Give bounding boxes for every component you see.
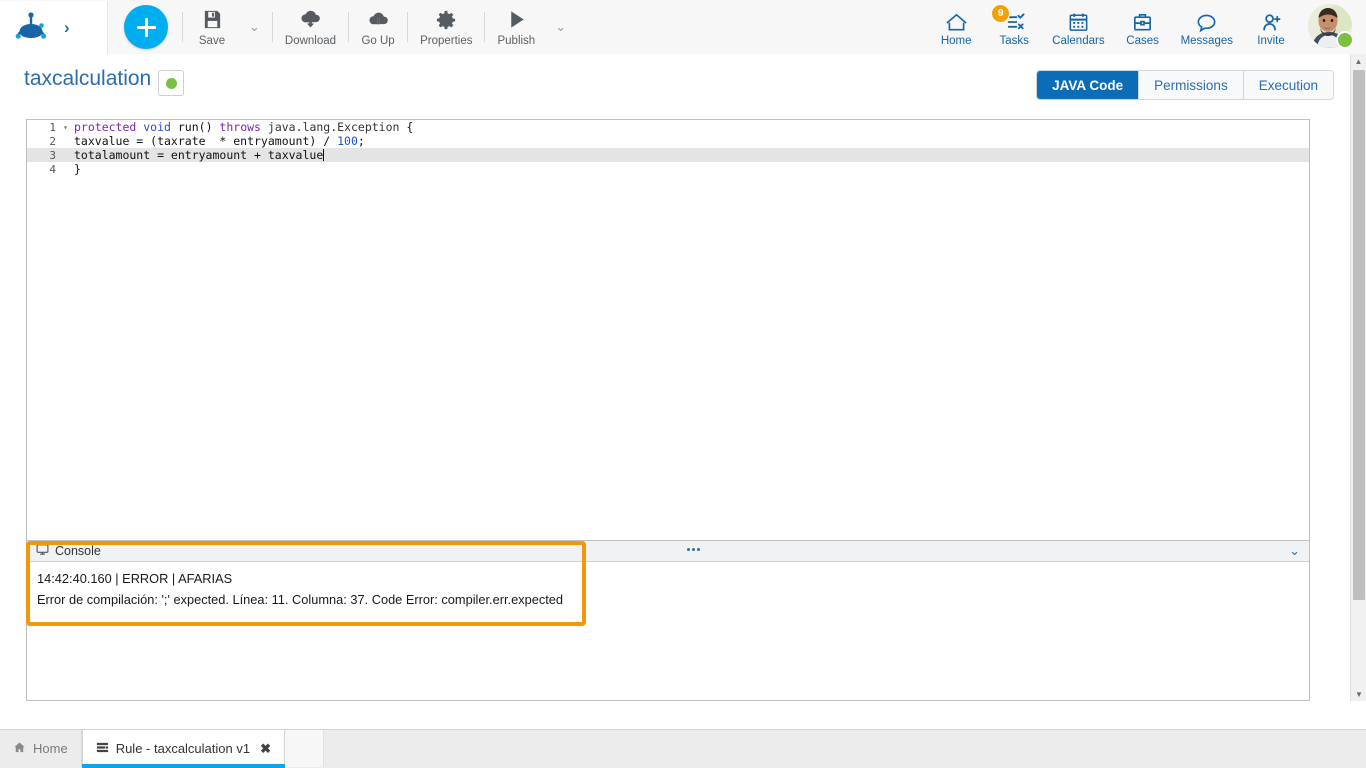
chevron-right-icon[interactable]: ›	[64, 19, 70, 36]
avatar-status-dot	[1336, 31, 1354, 49]
nav-cases-label: Cases	[1126, 35, 1159, 47]
code-line[interactable]: 1▾protected void run() throws java.lang.…	[27, 120, 1309, 134]
nav-invite[interactable]: Invite	[1242, 1, 1300, 54]
cloud-upload-icon	[367, 8, 390, 32]
properties-label: Properties	[420, 35, 472, 47]
publish-label: Publish	[497, 35, 535, 47]
tab-permissions[interactable]: Permissions	[1139, 71, 1244, 99]
taskbar-tab-home-label: Home	[33, 741, 68, 756]
console-panel: Console ⌄ 14:42:40.160 | ERROR | AFARIAS…	[26, 541, 1310, 701]
scroll-up-arrow-icon[interactable]: ▲	[1351, 54, 1366, 68]
page-header: taxcalculation JAVA Code Permissions Exe…	[0, 54, 1350, 108]
download-label: Download	[285, 35, 336, 47]
gear-icon	[436, 8, 456, 32]
nav-calendars-label: Calendars	[1052, 35, 1104, 47]
code-fold-icon[interactable]: ▾	[61, 123, 70, 132]
go-up-button[interactable]: Go Up	[351, 1, 405, 53]
chevron-down-icon[interactable]: ⌄	[1289, 544, 1300, 558]
tab-java-code[interactable]: JAVA Code	[1037, 71, 1139, 99]
taskbar-tab-rule-label: Rule - taxcalculation v1	[116, 741, 250, 756]
nav-home-label: Home	[941, 35, 972, 47]
save-button[interactable]: Save	[185, 1, 239, 53]
toolbar-divider	[484, 12, 485, 42]
save-dropdown-caret-icon[interactable]: ⌄	[239, 1, 270, 53]
calendar-icon	[1067, 8, 1090, 33]
scrollbar-thumb[interactable]	[1353, 70, 1365, 600]
add-new-button[interactable]	[124, 5, 168, 49]
bizagi-frog-logo-icon[interactable]	[14, 10, 48, 44]
nav-home[interactable]: Home	[927, 1, 985, 54]
nav-messages[interactable]: Messages	[1172, 1, 1242, 54]
view-tab-group: JAVA Code Permissions Execution	[1036, 70, 1334, 100]
avatar[interactable]	[1308, 4, 1354, 50]
scroll-down-arrow-icon[interactable]: ▼	[1351, 687, 1366, 701]
logo-zone: ›	[0, 1, 108, 54]
code-line[interactable]: 4}	[27, 162, 1309, 176]
taskbar-tab-home[interactable]: Home	[0, 730, 81, 767]
console-title-group: Console	[27, 543, 101, 559]
line-number: 4	[27, 163, 61, 176]
play-triangle-icon	[506, 8, 527, 32]
bottom-taskbar: Home Rule - taxcalculation v1 ✖	[0, 729, 1366, 768]
download-button[interactable]: Download	[275, 1, 346, 53]
line-number: 2	[27, 135, 61, 148]
user-plus-icon	[1260, 8, 1283, 33]
console-monitor-icon	[36, 543, 49, 559]
toolbar-divider	[182, 12, 183, 42]
nav-tasks[interactable]: 9 Tasks	[985, 1, 1043, 54]
java-code-editor[interactable]: 1▾protected void run() throws java.lang.…	[26, 119, 1310, 541]
console-line: Error de compilación: ';' expected. Líne…	[37, 589, 1309, 610]
taskbar-empty-slot	[285, 730, 324, 767]
console-header[interactable]: Console ⌄	[27, 541, 1309, 562]
console-title: Console	[55, 544, 101, 558]
speech-bubble-icon	[1195, 8, 1218, 33]
tasks-badge: 9	[991, 4, 1010, 23]
top-nav-group: Home 9 Tasks	[927, 1, 1366, 54]
save-label: Save	[199, 35, 225, 47]
console-line: 14:42:40.160 | ERROR | AFARIAS	[37, 568, 1309, 589]
page-title: taxcalculation	[24, 67, 151, 91]
cloud-download-icon	[299, 8, 322, 32]
nav-invite-label: Invite	[1257, 35, 1285, 47]
status-badge[interactable]	[158, 70, 184, 96]
home-icon	[944, 8, 969, 33]
tab-execution[interactable]: Execution	[1244, 71, 1333, 99]
page-scrollbar[interactable]: ▲ ▼	[1350, 54, 1366, 701]
code-text: protected void run() throws java.lang.Ex…	[70, 120, 413, 134]
application-window: › Save ⌄	[0, 0, 1366, 768]
code-text: taxvalue = (taxrate * entryamount) / 100…	[70, 134, 365, 148]
line-number: 3	[27, 149, 61, 162]
code-line[interactable]: 2 taxvalue = (taxrate * entryamount) / 10…	[27, 134, 1309, 148]
console-body: 14:42:40.160 | ERROR | AFARIAS Error de …	[27, 562, 1309, 610]
properties-button[interactable]: Properties	[410, 1, 482, 53]
code-text: totalamount = entryamount + taxvalue	[70, 148, 324, 162]
nav-messages-label: Messages	[1181, 35, 1233, 47]
text-cursor	[323, 149, 324, 161]
toolbar-divider	[348, 12, 349, 42]
home-small-icon	[13, 741, 26, 757]
go-up-label: Go Up	[361, 35, 394, 47]
code-line[interactable]: 3 totalamount = entryamount + taxvalue	[27, 148, 1309, 162]
publish-dropdown-caret-icon[interactable]: ⌄	[545, 1, 576, 53]
code-lines: 1▾protected void run() throws java.lang.…	[27, 120, 1309, 176]
nav-cases[interactable]: Cases	[1114, 1, 1172, 54]
publish-button[interactable]: Publish	[487, 1, 545, 53]
code-text: }	[70, 162, 81, 176]
nav-tasks-label: Tasks	[999, 35, 1028, 47]
toolbar-divider	[407, 12, 408, 42]
rule-stack-icon	[96, 741, 109, 757]
nav-calendars[interactable]: Calendars	[1043, 1, 1113, 54]
taskbar-tab-rule[interactable]: Rule - taxcalculation v1 ✖	[82, 730, 285, 767]
save-floppy-icon	[202, 8, 223, 32]
close-icon[interactable]: ✖	[260, 741, 271, 757]
status-dot-icon	[166, 78, 177, 89]
toolbar-divider	[272, 12, 273, 42]
drag-grip-dots-icon[interactable]	[687, 548, 700, 551]
line-number: 1	[27, 121, 61, 134]
briefcase-icon	[1131, 8, 1154, 33]
top-toolbar: › Save ⌄	[0, 0, 1366, 55]
